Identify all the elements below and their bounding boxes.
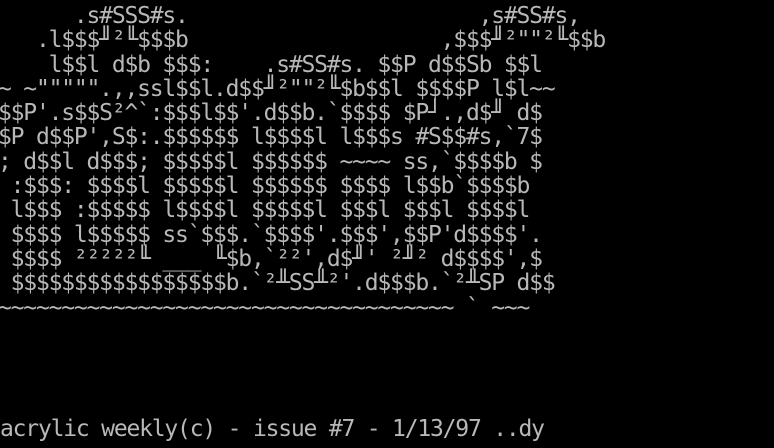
art-underline: ~~~~~~~~~~~~~~~~~~~~~~~~~~~~~~~~~~~~ ` ~… xyxy=(0,294,530,321)
art-line: $$$$ l$$$$$ ss`$$$.`$$$$'.$$$',$$P'd$$$$… xyxy=(0,221,543,248)
art-line: l$$$ :$$$$$ l$$$$l $$$$$l $$$l $$$l $$$$… xyxy=(0,197,531,224)
art-line: :$$$: $$$$l $$$$$l $$$$$$ $$$$ l$$b`$$$$… xyxy=(0,173,531,200)
art-line: ; d$$l d$$$; $$$$$l $$$$$$ ~~~~ ss,`$$$$… xyxy=(0,148,543,175)
issue-footer: acrylic weekly(c) - issue #7 - 1/13/97 .… xyxy=(0,416,545,442)
art-line: $$P'.s$$S²^`:$$$l$$'.d$$b.`$$$$ $P┘.,d$╜… xyxy=(0,100,543,127)
ansi-art-screen: .s#SSS#s. ,s#SS#s, .l$$$╜²╙$$$b ,$$$╜²""… xyxy=(0,0,774,448)
art-line: .l$$$╜²╙$$$b ,$$$╜²""²╙$$b xyxy=(0,27,606,54)
art-line: $P d$$P',S$:.$$$$$$ l$$$$l l$$$s #S$$#s,… xyxy=(0,124,543,151)
art-line: $$$$$$$$$$$$$$$$$b.`²╨SS╨²'.d$$$b.`²╨SP … xyxy=(0,270,556,297)
art-line: $$$$ ²²²²²╙ ___ ╙$b,`²²',d$╜' ²╜² d$$$$'… xyxy=(0,245,543,272)
art-line: .s#SSS#s. ,s#SS#s, xyxy=(0,3,581,29)
art-line: l$$l d$b $$$: .s#SS#s. $$P d$$Sb $$l xyxy=(0,51,543,78)
art-line: ~ ~""""".,,ssl$$l.d$$╜²""²╙$b$$l $$$$P l… xyxy=(0,75,556,102)
ansi-art-block: .s#SSS#s. ,s#SS#s, .l$$$╜²╙$$$b ,$$$╜²""… xyxy=(0,3,606,321)
